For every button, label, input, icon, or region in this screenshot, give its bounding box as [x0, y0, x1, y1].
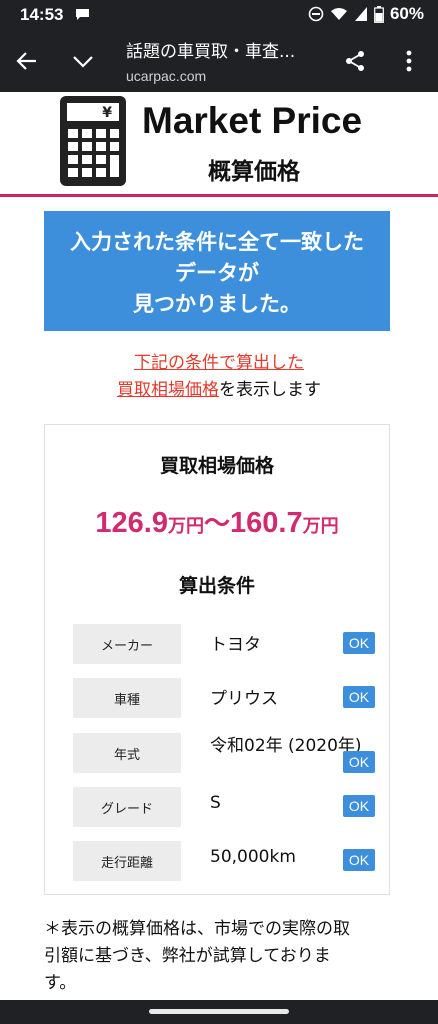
more-options-button[interactable] [392, 44, 426, 78]
banner-line-2: データが [175, 261, 259, 285]
share-button[interactable] [338, 44, 372, 78]
condition-label-maker: メーカー [73, 624, 181, 664]
conditions-title: 算出条件 [178, 575, 255, 597]
price-footnote: ＊表示の概算価格は、市場での実際の取 引額に基づき、弊社が試算しておりま す。 [44, 916, 394, 997]
footnote-line-1: ＊表示の概算価格は、市場での実際の取 [44, 919, 350, 939]
signal-icon [354, 7, 367, 21]
match-found-banner: 入力された条件に全て一致した データが 見つかりました。 [44, 211, 390, 331]
home-handle[interactable] [149, 1009, 289, 1014]
page-url: ucarpac.com [126, 68, 207, 84]
battery-icon [374, 5, 384, 23]
calculator-icon: ¥ [60, 96, 126, 186]
ok-badge-maker[interactable]: OK [343, 632, 375, 654]
status-indicators: 60% [308, 4, 424, 24]
condition-label-grade: グレード [73, 787, 181, 827]
notice-suffix: を表示します [219, 380, 321, 400]
wifi-icon [330, 8, 347, 20]
calculator-yen-symbol: ¥ [102, 105, 112, 121]
page-title-area[interactable]: 話題の車買取・車査... ucarpac.com [126, 37, 326, 84]
market-price-subtitle: 概算価格 [208, 159, 300, 185]
status-bar: 14:53 60% [0, 0, 438, 30]
ok-badge-year[interactable]: OK [343, 751, 375, 773]
arrow-left-icon [16, 52, 36, 70]
battery-percent: 60% [389, 4, 424, 23]
price-tilde: ～ [203, 509, 230, 539]
notice-link-conditions[interactable]: 下記の条件で算出した [134, 353, 304, 373]
notice-link-market-price[interactable]: 買取相場価格 [117, 380, 219, 400]
ok-badge-mileage[interactable]: OK [343, 849, 375, 871]
banner-line-1: 入力された条件に全て一致した [70, 230, 364, 254]
condition-value-model: プリウス [210, 689, 278, 709]
condition-value-grade: S [210, 793, 221, 813]
condition-value-mileage: 50,000km [210, 847, 296, 867]
result-card: 買取相場価格 126.9万円～160.7万円 算出条件 メーカー トヨタ OK … [44, 424, 390, 895]
footnote-line-2: 引額に基づき、弊社が試算しておりま [44, 946, 331, 966]
price-high: 160.7 [230, 507, 303, 539]
market-price-title: Market Price [142, 100, 363, 141]
condition-label-mileage: 走行距離 [73, 841, 181, 881]
more-vert-icon [406, 50, 412, 72]
result-title: 買取相場価格 [159, 455, 274, 477]
footnote-line-3: す。 [44, 973, 77, 993]
price-low-unit: 万円 [167, 516, 204, 537]
minimize-button[interactable] [66, 44, 100, 78]
condition-label-model: 車種 [73, 678, 181, 718]
page-title: 話題の車買取・車査... [126, 42, 296, 62]
market-price-header: ¥ Market Price 概算価格 [0, 92, 438, 198]
chat-notification-icon [76, 9, 89, 20]
browser-app-bar: 話題の車買取・車査... ucarpac.com [0, 30, 438, 92]
calculation-notice: 下記の条件で算出した 買取相場価格を表示します [0, 350, 438, 404]
ok-badge-model[interactable]: OK [343, 686, 375, 708]
price-low: 126.9 [95, 507, 168, 539]
condition-value-maker: トヨタ [210, 635, 261, 655]
share-icon [346, 51, 364, 71]
back-button[interactable] [10, 44, 44, 78]
chevron-down-icon [73, 56, 93, 68]
do-not-disturb-icon [308, 6, 324, 22]
gesture-nav-bar [0, 1000, 438, 1024]
condition-value-year: 令和02年 (2020年) [210, 736, 362, 756]
banner-line-3: 見つかりました。 [133, 292, 301, 316]
price-high-unit: 万円 [302, 516, 339, 537]
header-divider [0, 194, 438, 197]
status-time: 14:53 [20, 5, 64, 24]
ok-badge-grade[interactable]: OK [343, 795, 375, 817]
price-range: 126.9万円～160.7万円 [45, 503, 389, 540]
condition-label-year: 年式 [73, 733, 181, 773]
